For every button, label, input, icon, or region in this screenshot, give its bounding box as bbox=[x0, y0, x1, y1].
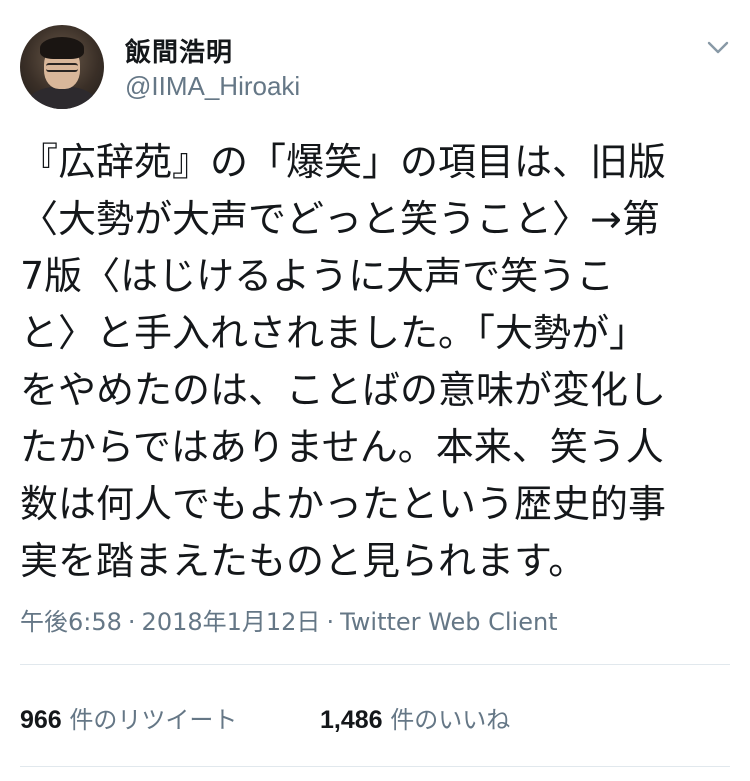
retweets-count: 966 bbox=[20, 706, 62, 734]
tweet-text-line: 〈大勢が大声でどっと笑うこと〉→第 bbox=[20, 197, 660, 241]
tweet-metadata: 午後6:58 · 2018年1月12日 · Twitter Web Client bbox=[20, 602, 558, 637]
likes-label: 件のいいね bbox=[390, 706, 511, 734]
tweet-text-line: 7版〈はじけるように大声で笑うこ bbox=[20, 254, 615, 298]
likes-stat[interactable]: 1,486 件のいいね bbox=[320, 700, 510, 735]
tweet-text-line: たからではありません。本来、笑う人 bbox=[20, 425, 664, 469]
likes-count: 1,486 bbox=[320, 706, 383, 734]
avatar-hair bbox=[40, 37, 84, 59]
tweet-time[interactable]: 午後6:58 bbox=[20, 608, 122, 636]
tweet-text-line: 数は何人でもよかったという歴史的事 bbox=[20, 482, 667, 526]
divider bbox=[20, 664, 730, 665]
retweets-label: 件のリツイート bbox=[69, 706, 238, 734]
avatar[interactable] bbox=[20, 25, 104, 109]
retweets-stat[interactable]: 966 件のリツイート bbox=[20, 700, 237, 735]
divider bbox=[20, 766, 730, 767]
tweet-text: 『広辞苑』の「爆笑」の項目は、旧版 〈大勢が大声でどっと笑うこと〉→第 7版〈は… bbox=[20, 134, 735, 590]
tweet-date[interactable]: 2018年1月12日 bbox=[142, 608, 321, 636]
avatar-shoulders bbox=[28, 87, 96, 109]
meta-separator: · bbox=[326, 608, 335, 636]
meta-separator: · bbox=[127, 608, 136, 636]
tweet-detail: 飯間浩明 @IIMA_Hiroaki 『広辞苑』の「爆笑」の項目は、旧版 〈大勢… bbox=[0, 0, 750, 781]
tweet-text-line: と〉と手入れされました。「大勢が」 bbox=[20, 311, 648, 355]
tweet-text-line: 『広辞苑』の「爆笑」の項目は、旧版 bbox=[20, 140, 667, 184]
tweet-client[interactable]: Twitter Web Client bbox=[340, 608, 558, 636]
tweet-text-line: 実を踏まえたものと見られます。 bbox=[20, 539, 587, 583]
user-handle[interactable]: @IIMA_Hiroaki bbox=[125, 71, 300, 102]
avatar-glasses bbox=[46, 63, 78, 72]
display-name[interactable]: 飯間浩明 bbox=[125, 32, 233, 69]
tweet-text-line: をやめたのは、ことばの意味が変化し bbox=[20, 368, 667, 412]
chevron-down-icon[interactable] bbox=[704, 38, 732, 58]
